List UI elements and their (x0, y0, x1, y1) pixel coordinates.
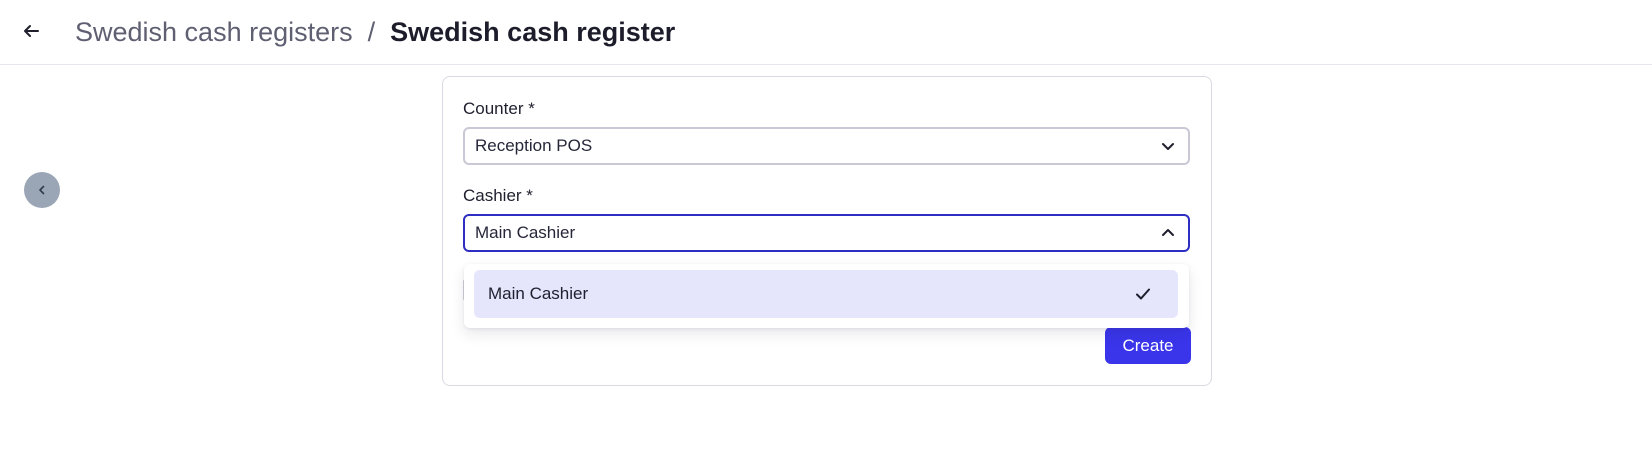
checkmark-icon (1136, 288, 1150, 300)
dropdown-option[interactable]: Main Cashier (474, 270, 1178, 318)
arrow-left-icon (24, 25, 39, 37)
cashier-dropdown-menu: Main Cashier (464, 264, 1189, 328)
counter-label: Counter * (463, 99, 535, 118)
counter-selected-value: Reception POS (475, 136, 593, 155)
back-button[interactable] (18, 18, 44, 44)
chevron-left-icon (39, 185, 45, 195)
cashier-selected-value: Main Cashier (475, 223, 576, 242)
form-card: Counter * Reception POS Cashier * Main C… (442, 76, 1212, 386)
sidebar-toggle-button[interactable] (24, 172, 60, 208)
cashier-select[interactable]: Main Cashier (463, 214, 1190, 252)
counter-select[interactable]: Reception POS (463, 127, 1190, 165)
create-button[interactable]: Create (1105, 327, 1191, 364)
breadcrumb: Swedish cash registers / Swedish cash re… (75, 14, 675, 50)
chevron-down-icon (1162, 143, 1174, 150)
breadcrumb-parent-link[interactable]: Swedish cash registers (75, 17, 353, 48)
page-title: Swedish cash register (390, 16, 676, 47)
dropdown-option-label: Main Cashier (488, 284, 589, 303)
cashier-label: Cashier * (463, 186, 533, 205)
breadcrumb-separator: / (367, 16, 376, 47)
chevron-up-icon (1162, 229, 1174, 236)
top-header: Swedish cash registers / Swedish cash re… (0, 0, 1652, 65)
